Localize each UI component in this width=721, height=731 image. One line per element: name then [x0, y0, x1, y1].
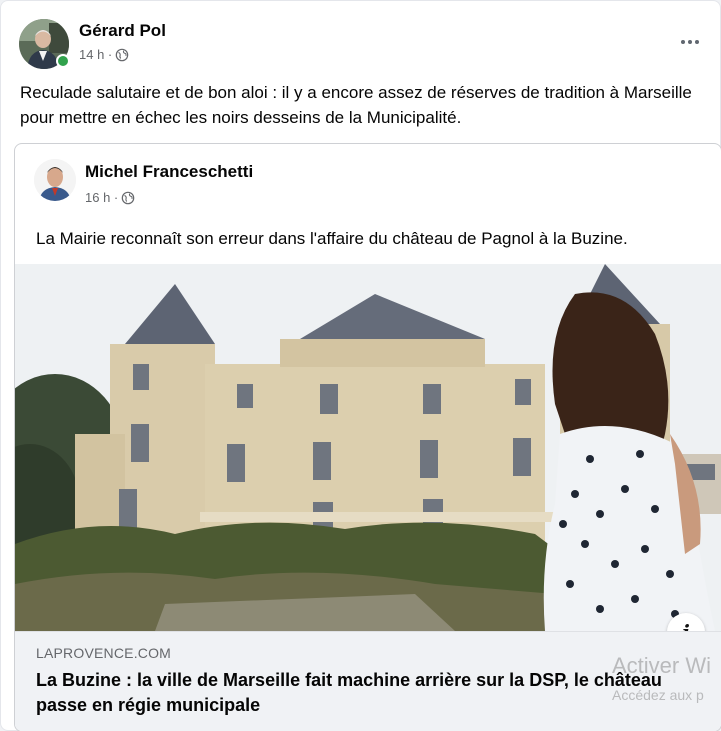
link-title[interactable]: La Buzine : la ville de Marseille fait m…	[36, 668, 676, 718]
more-options-button[interactable]	[672, 29, 708, 55]
author-avatar[interactable]	[19, 19, 70, 69]
shared-author-name[interactable]: Michel Franceschetti	[85, 161, 253, 183]
shared-post-card[interactable]: Michel Franceschetti 16 h · La Mairie re…	[14, 143, 721, 731]
link-preview-footer[interactable]: LAPROVENCE.COM La Buzine : la ville de M…	[15, 631, 721, 731]
shared-post-text: La Mairie reconnaît son erreur dans l'af…	[36, 229, 628, 248]
shared-author-block: Michel Franceschetti 16 h ·	[85, 161, 253, 207]
shared-post-meta: 16 h ·	[85, 189, 253, 207]
post-header: Gérard Pol 14 h ·	[19, 19, 166, 69]
post-timestamp[interactable]: 14 h ·	[79, 46, 112, 64]
post-text: Reculade salutaire et de bon aloi : il y…	[20, 83, 692, 127]
author-block: Gérard Pol 14 h ·	[79, 20, 166, 64]
more-options-dot	[695, 40, 699, 44]
more-options-icon	[681, 40, 685, 44]
author-name[interactable]: Gérard Pol	[79, 20, 166, 42]
chateau-photo	[15, 264, 721, 631]
post-card: Gérard Pol 14 h · Reculade salutaire et …	[0, 0, 721, 731]
more-options-dot	[688, 40, 692, 44]
globe-icon	[121, 191, 135, 205]
shared-post-timestamp[interactable]: 16 h ·	[85, 189, 118, 207]
shared-author-avatar[interactable]	[34, 159, 76, 201]
link-preview-image[interactable]	[15, 264, 721, 631]
link-domain: LAPROVENCE.COM	[36, 645, 172, 661]
post-meta: 14 h ·	[79, 46, 166, 64]
online-status-dot	[56, 54, 70, 68]
shared-post-header: Michel Franceschetti 16 h ·	[34, 159, 253, 207]
shared-avatar-photo	[34, 159, 76, 201]
globe-icon	[115, 48, 129, 62]
